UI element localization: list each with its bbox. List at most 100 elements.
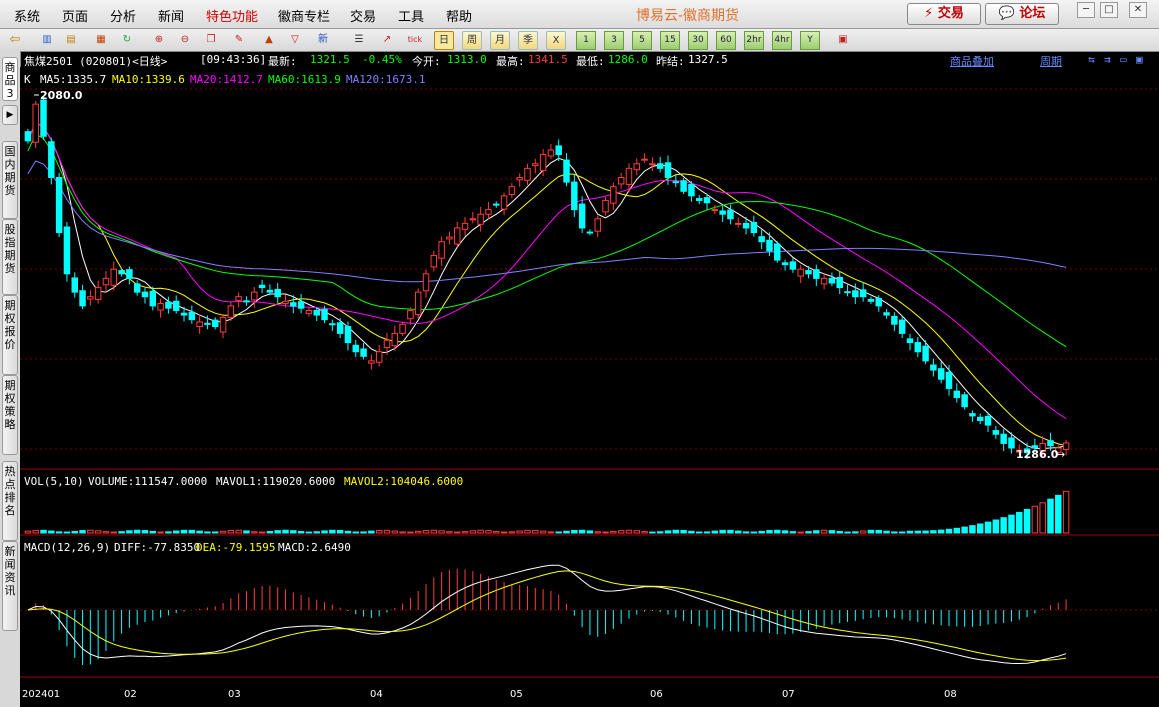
kline-chart[interactable]: K MA5:1335.7 MA10:1339.6 MA20:1412.7 MA6… (20, 67, 1159, 707)
zoom-in-icon[interactable]: ⊕ (150, 31, 168, 48)
close-button[interactable]: ✕ (1129, 2, 1147, 18)
candle-body (828, 277, 836, 284)
volume-bar (1055, 494, 1062, 534)
candle-body (500, 195, 508, 210)
volume-bar (126, 530, 133, 534)
menu-help[interactable]: 帮助 (446, 6, 472, 25)
menu-column[interactable]: 徽商专栏 (278, 6, 330, 25)
chart-icon[interactable]: ▥ (38, 31, 56, 48)
menu-tools[interactable]: 工具 (398, 6, 424, 25)
menu-page[interactable]: 页面 (62, 6, 88, 25)
trade-button[interactable]: ⚡ 交易 (907, 3, 981, 25)
period-60m[interactable]: 60 (716, 31, 736, 50)
menu-special[interactable]: 特色功能 (206, 6, 258, 25)
filter-icon[interactable]: ▽ (286, 31, 304, 48)
candle-body (633, 163, 641, 171)
tick-icon[interactable]: tick (406, 31, 424, 48)
candle-body (547, 149, 555, 157)
high-price: 1341.5 (528, 53, 568, 66)
tab-index-futures[interactable]: 股指期货 (2, 219, 18, 295)
volume-bar (453, 531, 461, 534)
period-5m[interactable]: 5 (632, 31, 652, 50)
list-icon[interactable]: ▤ (62, 31, 80, 48)
tab-option-quotes[interactable]: 期权报价 (2, 295, 18, 375)
restore-icon[interactable]: ▭ (1120, 53, 1127, 66)
new-icon[interactable]: 新 (314, 31, 332, 48)
zoom-out-icon[interactable]: ⊖ (176, 31, 194, 48)
period-week[interactable]: 周 (462, 31, 482, 50)
candle-body (820, 277, 828, 285)
period-15m[interactable]: 15 (660, 31, 680, 50)
tab-option-strategy[interactable]: 期权策略 (2, 375, 18, 455)
candle-body (727, 209, 734, 220)
candle-body (867, 298, 875, 302)
period-4h[interactable]: 4hr (772, 31, 792, 50)
candle-body (79, 290, 86, 307)
paint-icon[interactable]: ▲ (260, 31, 278, 48)
period-month[interactable]: 月 (490, 31, 510, 50)
candle-body (688, 183, 695, 197)
candle-body (87, 296, 94, 300)
toolbar: ⇦ ▥ ▤ ▦ ↻ ⊕ ⊖ ❐ ✎ ▲ ▽ 新 ☰ ↗ tick 日 周 月 季… (0, 29, 1159, 52)
volume-bar (141, 530, 149, 534)
candle-body (875, 298, 882, 307)
trend-icon[interactable]: ↗ (378, 31, 396, 48)
period-2h[interactable]: 2hr (744, 31, 764, 50)
candle-body (266, 289, 274, 293)
tab-domestic-futures[interactable]: 国内期货 (2, 141, 18, 219)
period-1m[interactable]: 1 (576, 31, 596, 50)
maximize-chart-icon[interactable]: ▣ (1136, 53, 1143, 66)
volume-bar (508, 531, 516, 534)
tab-news[interactable]: 新闻资讯 (2, 541, 18, 631)
volume-bar (976, 523, 984, 534)
candle-body (493, 203, 500, 206)
x-label: 202401 (22, 689, 60, 700)
expand-right-icon[interactable]: ⇉ (1104, 53, 1111, 66)
windows-icon[interactable]: ❐ (202, 31, 220, 48)
volume-bar (1000, 517, 1007, 534)
period-day[interactable]: 日 (434, 31, 454, 50)
period-year[interactable]: Y (800, 31, 820, 50)
period-30m[interactable]: 30 (688, 31, 708, 50)
volume-bar (937, 529, 945, 534)
candle-body (883, 312, 890, 316)
table-icon[interactable]: ☰ (350, 31, 368, 48)
volume-bar (227, 529, 235, 534)
settings-icon[interactable]: ▣ (834, 31, 852, 48)
tab-commodity[interactable]: 商品3 (2, 57, 18, 101)
minimize-button[interactable]: ─ (1077, 2, 1095, 18)
volume-bar (383, 529, 391, 534)
candle-body (133, 283, 141, 293)
candle-body (532, 163, 539, 167)
candle-body (422, 273, 430, 292)
expand-left-icon[interactable]: ⇆ (1088, 53, 1095, 66)
menu-analysis[interactable]: 分析 (110, 6, 136, 25)
candle-body (118, 270, 125, 275)
period-quarter[interactable]: 季 (518, 31, 538, 50)
volume-bar (649, 531, 656, 534)
draw-icon[interactable]: ✎ (230, 31, 248, 48)
menu-system[interactable]: 系统 (14, 6, 40, 25)
maximize-button[interactable]: □ (1100, 2, 1118, 18)
volume-bar (243, 530, 250, 534)
candle-body (836, 276, 843, 289)
period-custom[interactable]: X (546, 31, 566, 50)
volume-bar (55, 531, 63, 534)
candle-body (914, 342, 922, 353)
forum-button[interactable]: 💬 论坛 (985, 3, 1059, 25)
report-icon[interactable]: ▦ (92, 31, 110, 48)
trade-button-label: 交易 (937, 6, 964, 21)
volume-bar (555, 531, 562, 534)
menu-news[interactable]: 新闻 (158, 6, 184, 25)
refresh-icon[interactable]: ↻ (118, 31, 136, 48)
volume-bar (48, 530, 55, 534)
volume-bar (71, 530, 78, 534)
low-price: 1286.0 (608, 53, 648, 66)
back-icon[interactable]: ⇦ (6, 31, 24, 48)
period-3m[interactable]: 3 (604, 31, 624, 50)
volume-bar (688, 530, 695, 534)
volume-bar (40, 529, 47, 534)
menu-trade[interactable]: 交易 (350, 6, 376, 25)
tab-collapse-arrow[interactable]: ▶ (2, 105, 18, 125)
tab-hot-ranking[interactable]: 热点排名 (2, 461, 18, 541)
